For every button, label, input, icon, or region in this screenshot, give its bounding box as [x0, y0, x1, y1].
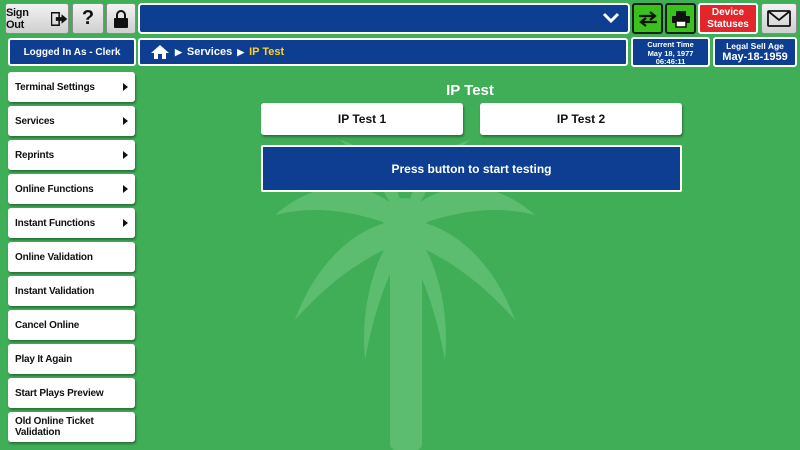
legal-sell-age-date: May-18-1959: [722, 51, 788, 63]
envelope-icon: [767, 10, 791, 27]
ip-test-2-button[interactable]: IP Test 2: [480, 103, 682, 135]
breadcrumb: ▶ Services ▶ IP Test: [138, 38, 628, 66]
transfer-button[interactable]: [632, 3, 663, 34]
sidebar-item-label: Play It Again: [15, 353, 73, 365]
sidebar-item-terminal-settings[interactable]: Terminal Settings: [8, 72, 135, 102]
caret-right-icon: [123, 151, 128, 159]
caret-right-icon: [123, 185, 128, 193]
help-button[interactable]: ?: [72, 3, 104, 34]
home-icon[interactable]: [150, 44, 170, 60]
sidebar-item-label: Reprints: [15, 149, 54, 161]
status-message-panel: Press button to start testing: [261, 145, 682, 192]
sidebar-item-label: Online Validation: [15, 251, 93, 263]
sidebar-item-start-plays-preview[interactable]: Start Plays Preview: [8, 378, 135, 408]
device-statuses-label: Device Statuses: [707, 6, 749, 30]
sidebar-item-old-online-ticket-validation[interactable]: Old Online Ticket Validation: [8, 412, 135, 442]
breadcrumb-item-current: IP Test: [249, 46, 285, 58]
ip-test-1-button[interactable]: IP Test 1: [261, 103, 463, 135]
ip-test-2-label: IP Test 2: [556, 112, 606, 126]
caret-right-icon: [123, 117, 128, 125]
sidebar-item-reprints[interactable]: Reprints: [8, 140, 135, 170]
sidebar-item-play-it-again[interactable]: Play It Again: [8, 344, 135, 374]
top-dropdown-bar[interactable]: [138, 3, 630, 34]
status-message: Press button to start testing: [391, 161, 552, 176]
printer-icon: [671, 10, 690, 28]
legal-sell-age-box: Legal Sell Age May-18-1959: [713, 37, 797, 67]
breadcrumb-item-services[interactable]: Services: [187, 46, 232, 58]
sidebar-item-label: Instant Validation: [15, 285, 95, 297]
legal-sell-age-label: Legal Sell Age: [726, 41, 784, 51]
transfer-arrows-icon: [638, 10, 657, 27]
page-title: IP Test: [446, 82, 494, 99]
sidebar-item-label: Instant Functions: [15, 217, 95, 229]
chevron-down-icon: [602, 12, 620, 24]
caret-right-icon: [123, 219, 128, 227]
caret-right-icon: [123, 83, 128, 91]
sidebar-item-online-validation[interactable]: Online Validation: [8, 242, 135, 272]
sidebar-item-label: Services: [15, 115, 55, 127]
sidebar-item-label: Cancel Online: [15, 319, 80, 331]
sidebar-item-cancel-online[interactable]: Cancel Online: [8, 310, 135, 340]
logged-in-user: Logged In As - Clerk: [8, 38, 136, 66]
sidebar-item-label: Old Online Ticket Validation: [15, 416, 94, 438]
sign-out-label: Sign Out: [6, 6, 29, 31]
sidebar-item-services[interactable]: Services: [8, 106, 135, 136]
breadcrumb-separator: ▶: [237, 46, 245, 57]
sidebar-item-label: Online Functions: [15, 183, 94, 195]
sidebar-item-instant-functions[interactable]: Instant Functions: [8, 208, 135, 238]
device-statuses-button[interactable]: Device Statuses: [698, 3, 758, 34]
help-label: ?: [81, 7, 95, 29]
sign-out-button[interactable]: Sign Out: [5, 3, 69, 34]
logged-in-label: Logged In As - Clerk: [23, 46, 121, 58]
sign-out-arrow-icon: [50, 11, 68, 26]
lock-icon: [114, 9, 128, 28]
messages-button[interactable]: [761, 3, 797, 34]
breadcrumb-separator: ▶: [175, 46, 182, 57]
current-time-clock: 06:46:11: [655, 57, 686, 66]
sidebar-item-label: Start Plays Preview: [15, 387, 104, 399]
sidebar-item-instant-validation[interactable]: Instant Validation: [8, 276, 135, 306]
lock-button[interactable]: [106, 3, 136, 34]
ip-test-1-label: IP Test 1: [337, 112, 387, 126]
sidebar-item-label: Terminal Settings: [15, 81, 95, 93]
print-button[interactable]: [665, 3, 696, 34]
sidebar-item-online-functions[interactable]: Online Functions: [8, 174, 135, 204]
current-time-box: Current Time May 18, 1977 06:46:11: [631, 37, 710, 67]
